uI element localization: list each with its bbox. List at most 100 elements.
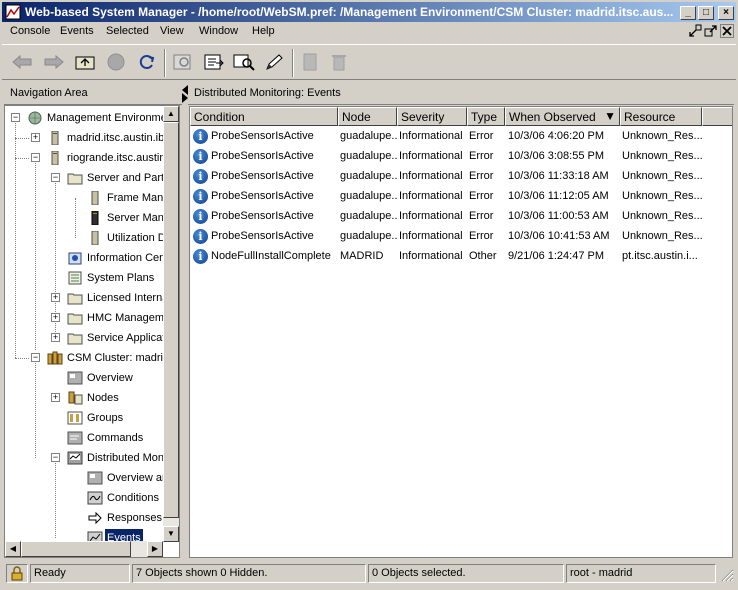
menu-window[interactable]: Window	[199, 25, 238, 37]
expand-toggle[interactable]: +	[51, 333, 60, 342]
tree-node-distributed-monitoring[interactable]: − Distributed Monitoring	[5, 449, 179, 467]
up-level-button[interactable]	[73, 51, 97, 73]
tree-node-hmc-management[interactable]: + HMC Management	[5, 309, 179, 327]
tree-node-label: Commands	[87, 432, 144, 444]
folder-open-icon	[67, 173, 83, 185]
export-button[interactable]	[202, 51, 226, 73]
server-tower-icon	[91, 211, 99, 225]
delete-button[interactable]	[327, 51, 351, 73]
tree-node-service-applications[interactable]: + Service Applications	[5, 329, 179, 347]
tree-node-server-management[interactable]: Server Management	[5, 209, 179, 227]
tree-node-commands[interactable]: Commands	[5, 429, 179, 447]
stop-icon	[107, 53, 125, 71]
status-bar: Ready 7 Objects shown 0 Hidden. 0 Object…	[2, 562, 736, 586]
column-header-resource[interactable]: Resource	[620, 107, 702, 126]
expand-toggle[interactable]: +	[51, 293, 60, 302]
tree-node-madrid[interactable]: + madrid.itsc.austin.ibm.com	[5, 129, 179, 147]
search-button[interactable]	[232, 51, 256, 73]
properties-button[interactable]	[298, 51, 322, 73]
tree-node-overview[interactable]: Overview	[5, 369, 179, 387]
info-center-icon	[68, 252, 82, 265]
close-document-icon[interactable]	[720, 24, 734, 38]
edit-button[interactable]	[262, 51, 286, 73]
maximize-button[interactable]: □	[698, 6, 714, 20]
tree-node-system-plans[interactable]: System Plans	[5, 269, 179, 287]
table-row[interactable]: i ProbeSensorIsActive guadalupe... Infor…	[190, 167, 732, 187]
tree-node-frame-management[interactable]: Frame Management	[5, 189, 179, 207]
collapse-toggle[interactable]: −	[31, 353, 40, 362]
resize-grip-icon[interactable]	[720, 568, 734, 582]
column-header-when-observed[interactable]: When Observed ▼	[505, 107, 620, 126]
collapse-toggle[interactable]: −	[51, 173, 60, 182]
pane-splitter[interactable]	[182, 83, 188, 558]
tree-node-nodes[interactable]: + Nodes	[5, 389, 179, 407]
menu-view[interactable]: View	[160, 25, 184, 37]
cell-when-observed: 10/3/06 4:06:20 PM	[508, 130, 605, 142]
server-icon	[51, 131, 59, 145]
cell-resource: Unknown_Res...	[622, 230, 702, 242]
scroll-thumb[interactable]	[163, 122, 179, 518]
scroll-left-button[interactable]: ◀	[5, 541, 21, 557]
tree-node-conditions[interactable]: Conditions	[5, 489, 179, 507]
table-row[interactable]: i ProbeSensorIsActive guadalupe... Infor…	[190, 147, 732, 167]
cell-type: Other	[469, 250, 497, 262]
column-header-filler	[702, 107, 732, 126]
collapse-toggle[interactable]: −	[31, 153, 40, 162]
expand-toggle[interactable]: +	[51, 313, 60, 322]
stop-button[interactable]	[104, 51, 128, 73]
reload-button[interactable]	[135, 51, 159, 73]
scroll-thumb[interactable]	[21, 541, 131, 557]
column-header-node[interactable]: Node	[338, 107, 397, 126]
close-button[interactable]: ×	[718, 6, 734, 20]
menu-help[interactable]: Help	[252, 25, 275, 37]
info-icon: i	[193, 149, 208, 164]
navigation-vertical-scrollbar[interactable]: ▲ ▼	[163, 106, 179, 542]
table-row[interactable]: i ProbeSensorIsActive guadalupe... Infor…	[190, 187, 732, 207]
back-button[interactable]	[10, 51, 34, 73]
menu-events[interactable]: Events	[60, 25, 94, 37]
navigation-horizontal-scrollbar[interactable]: ◀ ▶	[5, 541, 163, 557]
column-header-condition[interactable]: Condition	[190, 107, 338, 126]
search-icon	[233, 54, 255, 71]
tree-node-groups[interactable]: Groups	[5, 409, 179, 427]
export-icon	[204, 54, 224, 70]
expand-toggle[interactable]: +	[51, 393, 60, 402]
column-header-severity[interactable]: Severity	[397, 107, 467, 126]
collapse-toggle[interactable]: −	[11, 113, 20, 122]
forward-button[interactable]	[42, 51, 66, 73]
table-row[interactable]: i ProbeSensorIsActive guadalupe... Infor…	[190, 127, 732, 147]
tree-node-csm-cluster[interactable]: − CSM Cluster: madrid.itsc.austin.ibm.co…	[5, 349, 179, 367]
title-bar[interactable]: Web-based System Manager - /home/root/We…	[2, 2, 736, 22]
tree-node-server-and-partition[interactable]: − Server and Partition	[5, 169, 179, 187]
minimize-button[interactable]: _	[680, 6, 696, 20]
edit-icon	[266, 54, 283, 70]
cell-condition: ProbeSensorIsActive	[211, 130, 314, 142]
table-row[interactable]: i NodeFullInstallComplete MADRID Informa…	[190, 247, 732, 267]
content-area-header: Distributed Monitoring: Events	[188, 83, 734, 105]
conditions-icon	[87, 491, 103, 505]
cascade-windows-icon[interactable]	[704, 24, 718, 38]
tree-node-utilization-data[interactable]: Utilization Data	[5, 229, 179, 247]
navigation-tree[interactable]: − Management Environment + madrid.itsc.a…	[4, 105, 180, 558]
find-button[interactable]	[171, 51, 195, 73]
cell-type: Error	[469, 230, 494, 242]
collapse-toggle[interactable]: −	[51, 453, 60, 462]
tree-node-information-center[interactable]: Information Center	[5, 249, 179, 267]
tile-windows-icon[interactable]	[688, 24, 702, 38]
tree-node-overview-and-tasks[interactable]: Overview and Tasks	[5, 469, 179, 487]
tree-node-riogrande[interactable]: − riogrande.itsc.austin.ibm.com	[5, 149, 179, 167]
menu-console[interactable]: Console	[10, 25, 50, 37]
overview-icon	[67, 371, 83, 385]
column-header-type[interactable]: Type	[467, 107, 505, 126]
scroll-down-button[interactable]: ▼	[163, 526, 179, 542]
tree-node-licensed-internal-code[interactable]: + Licensed Internal Code	[5, 289, 179, 307]
scroll-up-button[interactable]: ▲	[163, 106, 179, 122]
table-row[interactable]: i ProbeSensorIsActive guadalupe... Infor…	[190, 207, 732, 227]
tree-node-responses[interactable]: Responses	[5, 509, 179, 527]
tree-node-management-environment[interactable]: − Management Environment	[5, 109, 179, 127]
expand-toggle[interactable]: +	[31, 133, 40, 142]
scroll-right-button[interactable]: ▶	[147, 541, 163, 557]
table-row[interactable]: i ProbeSensorIsActive guadalupe... Infor…	[190, 227, 732, 247]
cell-resource: Unknown_Res...	[622, 150, 702, 162]
menu-selected[interactable]: Selected	[106, 25, 149, 37]
